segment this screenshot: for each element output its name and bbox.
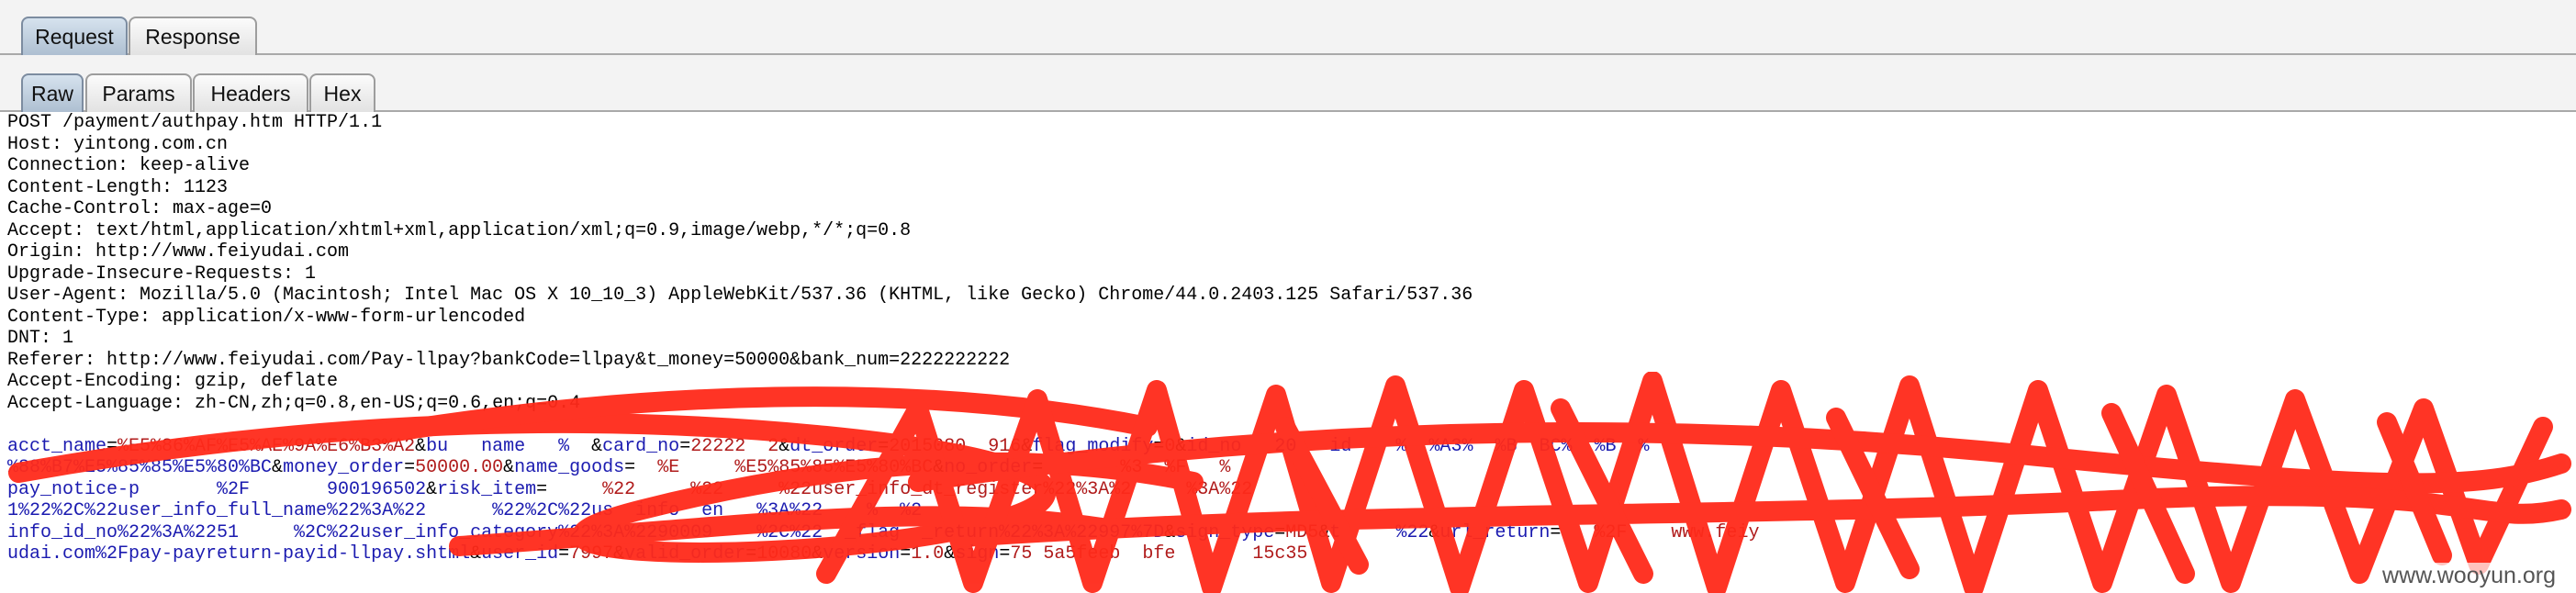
header-host: Host: yintong.com.cn	[7, 133, 229, 155]
request-line: POST /payment/authpay.htm HTTP/1.1	[7, 112, 383, 133]
header-origin: Origin: http://www.feiyudai.com	[7, 241, 350, 263]
tab-request[interactable]: Request	[21, 17, 128, 55]
header-content-length: Content-Length: 1123	[7, 176, 229, 198]
tab-hex[interactable]: Hex	[309, 73, 375, 112]
tab-headers[interactable]: Headers	[193, 73, 308, 112]
header-content-type: Content-Type: application/x-www-form-url…	[7, 306, 526, 328]
request-body-line: 1%22%2C%22user_info_full_name%22%3A%22 %…	[7, 500, 923, 521]
request-response-tabbar: Request Response	[0, 0, 2576, 55]
request-body-line: udai.com%2Fpay-payreturn-payid-llpay.sht…	[7, 543, 1308, 565]
header-cache-control: Cache-Control: max-age=0	[7, 198, 273, 219]
header-accept-language: Accept-Language: zh-CN,zh;q=0.8,en-US;q=…	[7, 392, 581, 414]
request-body-line: acct_name=%E5%86%AF%E5%AE%9A%E6%B3%A2&bu…	[7, 435, 1650, 457]
header-dnt: DNT: 1	[7, 328, 74, 349]
header-user-agent: User-Agent: Mozilla/5.0 (Macintosh; Inte…	[7, 285, 1473, 306]
watermark: www.wooyun.org	[2379, 563, 2559, 589]
header-body-separator	[7, 414, 2576, 436]
header-referer: Referer: http://www.feiyudai.com/Pay-llp…	[7, 349, 1011, 371]
view-mode-tabbar: Raw Params Headers Hex	[0, 59, 2576, 112]
tab-raw[interactable]: Raw	[21, 73, 84, 112]
tab-params[interactable]: Params	[85, 73, 192, 112]
header-upgrade-insecure-requests: Upgrade-Insecure-Requests: 1	[7, 263, 317, 285]
request-body-line: %88%B7%E5%85%85%E5%80%BC&money_order=500…	[7, 457, 1231, 478]
request-body-line: info_id_no%22%3A%2251 %2C%22user_info_ca…	[7, 521, 1760, 543]
request-body-line: pay_notice-p %2F 900196502&risk_item= %2…	[7, 478, 1253, 500]
header-connection: Connection: keep-alive	[7, 155, 251, 176]
header-accept: Accept: text/html,application/xhtml+xml,…	[7, 219, 912, 241]
tab-response[interactable]: Response	[129, 17, 257, 55]
raw-request-editor[interactable]: POST /payment/authpay.htm HTTP/1.1 Host:…	[0, 112, 2576, 593]
header-accept-encoding: Accept-Encoding: gzip, deflate	[7, 371, 339, 392]
